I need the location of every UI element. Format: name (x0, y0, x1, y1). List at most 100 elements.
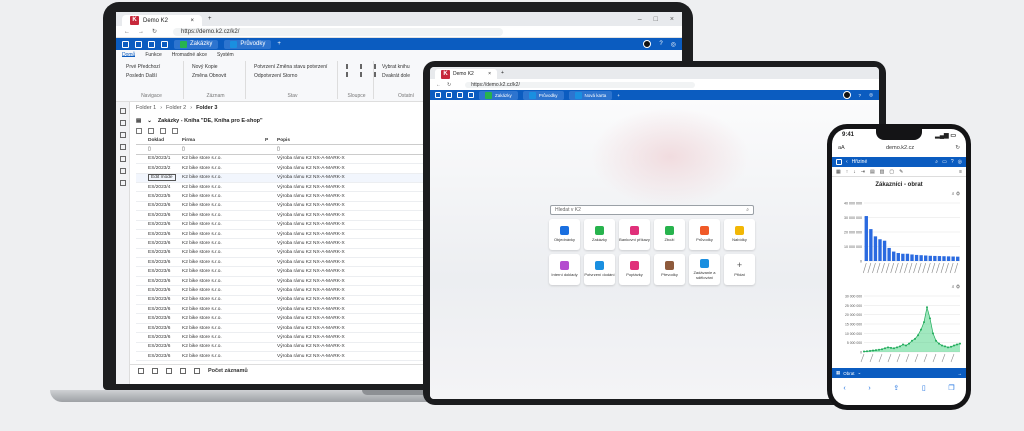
filter-cell[interactable]: ▯ (146, 147, 180, 152)
cell-doklad[interactable]: ES/2023/4 (146, 185, 180, 190)
data-point[interactable] (956, 343, 958, 346)
cell-popis[interactable]: Výroba rámu K2 NX-A-MARK-X (275, 335, 435, 340)
tab-pruvodky[interactable]: Průvodky (522, 90, 564, 100)
ribbon-item[interactable]: Nový Kopie (192, 64, 239, 70)
tablet-browser-tab[interactable]: K Demo K2 × (435, 69, 497, 79)
cell-firma[interactable]: K2 bike store s.r.o. (180, 335, 265, 340)
cell-doklad[interactable]: ES/2023/6 (146, 250, 180, 255)
data-point[interactable] (899, 345, 901, 348)
window-icon[interactable] (135, 40, 142, 48)
sidebar-table-icon[interactable] (120, 156, 126, 162)
data-point[interactable] (914, 337, 916, 340)
bar[interactable] (887, 247, 891, 261)
column-header-firma[interactable]: Firma (180, 138, 265, 143)
cell-popis[interactable]: Výroba rámu K2 NX-A-MARK-X (275, 344, 435, 349)
bar[interactable] (937, 256, 942, 261)
forward-icon[interactable]: › (868, 385, 870, 392)
comment-icon[interactable]: ▭ (942, 159, 947, 165)
tabs-icon[interactable]: ❐ (948, 384, 954, 392)
menu-icon[interactable] (836, 159, 842, 165)
tab-zakazky[interactable]: Zakázky (479, 90, 518, 100)
tile-8[interactable]: Poptávky (619, 254, 650, 285)
footer-icon[interactable] (166, 367, 172, 374)
cell-firma[interactable]: K2 bike store s.r.o. (180, 316, 265, 321)
sidebar-attach-icon[interactable] (120, 180, 126, 186)
column-header-p[interactable]: P (265, 138, 275, 143)
cell-doklad[interactable]: ES/2023/6 (146, 326, 180, 331)
tile-6[interactable]: Interní doklady (549, 254, 580, 285)
tile-1[interactable]: Zakázky (584, 219, 615, 250)
cell-popis[interactable]: Výroba rámu K2 NX-A-MARK-X (275, 241, 435, 246)
data-point[interactable] (902, 343, 904, 346)
cell-popis[interactable]: Výroba rámu K2 NX-A-MARK-X (275, 297, 435, 302)
column-header-doklad[interactable]: Doklad (146, 138, 180, 143)
tile-9[interactable]: Převodky (654, 254, 685, 285)
text-size-button[interactable]: aA (838, 145, 845, 151)
footer-icon[interactable] (194, 367, 200, 374)
cell-popis[interactable]: Výroba rámu K2 NX-A-MARK-X (275, 156, 435, 161)
bar[interactable] (928, 255, 932, 261)
cell-firma[interactable]: K2 bike store s.r.o. (180, 232, 265, 237)
tile-10[interactable]: Zadávanie a sdělování (689, 254, 720, 285)
share-icon[interactable]: ⇪ (893, 384, 899, 392)
breadcrumb-item[interactable]: Folder 2 (166, 105, 186, 111)
data-point[interactable] (911, 339, 913, 342)
tile-5[interactable]: Nabídky (724, 219, 755, 250)
data-point[interactable] (929, 317, 931, 320)
cell-doklad[interactable]: Edit mode (146, 174, 180, 182)
filter-cell[interactable]: ▯ (180, 147, 265, 152)
cell-doklad[interactable]: ES/2023/6 (146, 288, 180, 293)
tool-icon[interactable] (136, 128, 142, 134)
cell-firma[interactable]: K2 bike store s.r.o. (180, 269, 265, 274)
ribbon-tab-hromadne[interactable]: Hromadné akce (172, 52, 207, 58)
cell-firma[interactable]: K2 bike store s.r.o. (180, 297, 265, 302)
cell-popis[interactable]: Výroba rámu K2 NX-A-MARK-X (275, 250, 435, 255)
cell-popis[interactable]: Výroba rámu K2 NX-A-MARK-X (275, 354, 435, 359)
back-icon[interactable]: ← (124, 29, 130, 35)
cell-popis[interactable]: Výroba rámu K2 NX-A-MARK-X (275, 232, 435, 237)
ribbon-tab-funkce[interactable]: Funkce (145, 52, 161, 58)
data-point[interactable] (959, 342, 961, 345)
column-header-popis[interactable]: Popis (275, 138, 435, 143)
ribbon-icons[interactable] (346, 64, 376, 69)
ribbon-tab-domu[interactable]: Domů (122, 52, 136, 58)
zoom-icon[interactable]: ⌕ ⚙ (952, 191, 960, 197)
avatar[interactable] (842, 91, 851, 99)
bar[interactable] (910, 254, 914, 261)
data-point[interactable] (872, 349, 874, 352)
cell-popis[interactable]: Výroba rámu K2 NX-A-MARK-X (275, 203, 435, 208)
data-point[interactable] (920, 328, 922, 331)
cell-firma[interactable]: K2 bike store s.r.o. (180, 194, 265, 199)
data-point[interactable] (875, 349, 877, 352)
bar[interactable] (873, 236, 878, 261)
data-point[interactable] (890, 346, 892, 349)
filter-icon[interactable]: ▤ (870, 169, 875, 175)
search-icon[interactable]: ⌕ (935, 159, 938, 165)
breadcrumb-item[interactable]: Folder 1 (136, 105, 156, 111)
cell-doklad[interactable]: ES/2023/5 (146, 194, 180, 199)
edit-icon[interactable]: ✎ (899, 169, 903, 175)
reload-icon[interactable]: ↻ (152, 28, 157, 35)
tool-icon[interactable] (148, 128, 154, 134)
search-input[interactable]: Hledat v K2 ⌕ (550, 205, 754, 215)
grid-icon[interactable] (457, 92, 463, 98)
bar[interactable] (946, 256, 951, 261)
arrow-down-icon[interactable]: ↓ (853, 169, 856, 175)
edit-cell[interactable]: Edit mode (148, 174, 176, 182)
cell-doklad[interactable]: ES/2023/6 (146, 222, 180, 227)
maximize-icon[interactable]: □ (654, 16, 658, 23)
cell-doklad[interactable]: ES/2023/2 (146, 166, 180, 171)
cell-firma[interactable]: K2 bike store s.r.o. (180, 326, 265, 331)
data-point[interactable] (884, 347, 886, 350)
bookmarks-icon[interactable]: ▯ (922, 384, 926, 392)
reload-icon[interactable]: ↻ (955, 145, 960, 151)
cell-firma[interactable]: K2 bike store s.r.o. (180, 213, 265, 218)
footer-icon[interactable]: ▦ (836, 370, 840, 376)
filter-cell[interactable]: ▯ (275, 147, 435, 152)
cell-firma[interactable]: K2 bike store s.r.o. (180, 203, 265, 208)
sidebar-list-icon[interactable] (120, 132, 126, 138)
bar[interactable] (942, 256, 946, 261)
bar[interactable] (892, 251, 896, 261)
data-point[interactable] (869, 349, 871, 352)
cell-firma[interactable]: K2 bike store s.r.o. (180, 307, 265, 312)
